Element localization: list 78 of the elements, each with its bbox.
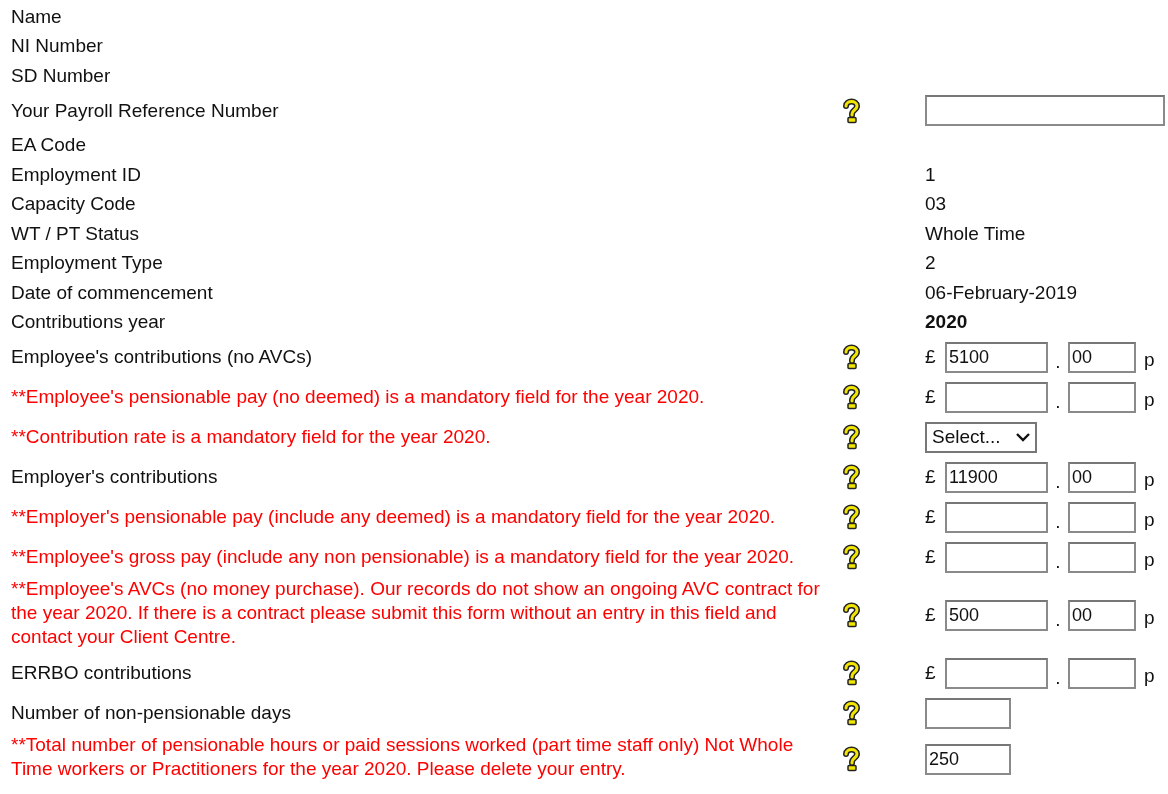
field-value: 2 [925, 252, 936, 275]
decimal-point: . [1054, 390, 1062, 413]
currency-sign: £ [925, 604, 937, 626]
pence-field[interactable]: 00 [1068, 599, 1136, 631]
error-message: **Contribution rate is a mandatory field for the year 2020. [11, 425, 491, 449]
field-label: Employee's contributions (no AVCs) [11, 345, 313, 369]
help-icon[interactable] [843, 602, 860, 628]
help-icon[interactable] [843, 544, 860, 570]
help-icon[interactable] [843, 344, 860, 370]
field-value: Whole Time [925, 222, 1026, 245]
pence-field[interactable] [1068, 657, 1136, 689]
field-label: Your Payroll Reference Number [11, 98, 279, 123]
pence-unit: p [1144, 508, 1155, 531]
pence-field[interactable] [1068, 541, 1136, 573]
currency-sign: £ [925, 466, 937, 488]
field-label: SD Number [11, 63, 111, 88]
pence-unit: p [1144, 468, 1155, 491]
field-value: 1 [925, 163, 936, 186]
field-label: WT / PT Status [11, 221, 140, 246]
help-icon[interactable] [843, 97, 860, 124]
decimal-point: . [1054, 510, 1062, 533]
pence-field[interactable]: 00 [1068, 341, 1136, 373]
decimal-point: . [1054, 608, 1062, 631]
help-icon[interactable] [843, 660, 860, 686]
pence-field[interactable]: 00 [1068, 461, 1136, 493]
field-label: Employer's contributions [11, 465, 218, 489]
pounds-field[interactable] [945, 501, 1048, 533]
help-icon[interactable] [843, 746, 860, 772]
decimal-point: . [1054, 550, 1062, 573]
currency-sign: £ [925, 546, 937, 568]
input-field[interactable]: 250 [925, 743, 1011, 775]
pounds-field[interactable] [945, 381, 1048, 413]
decimal-point: . [1054, 470, 1062, 493]
decimal-point: . [1054, 666, 1062, 689]
error-message: **Employer's pensionable pay (include any deemed) is a mandatory field for the year 2020. [11, 505, 776, 529]
input-field[interactable] [925, 95, 1165, 126]
field-value: 03 [925, 193, 947, 216]
field-label: Capacity Code [11, 192, 136, 217]
field-label: EA Code [11, 133, 86, 158]
pounds-field[interactable]: 11900 [945, 461, 1048, 493]
error-message: **Employee's pensionable pay (no deemed) is a mandatory field for the year 2020. [11, 385, 705, 409]
field-label: Contributions year [11, 310, 166, 335]
pence-unit: p [1144, 388, 1155, 411]
field-label: ERRBO contributions [11, 661, 192, 685]
help-icon[interactable] [843, 464, 860, 490]
pence-unit: p [1144, 548, 1155, 571]
field-value: 06-February-2019 [925, 281, 1078, 304]
help-icon[interactable] [843, 424, 860, 450]
error-message: **Total number of pensionable hours or paid sessions worked (part time staff only) Not Whole Time workers or Practitioners for the year 2020. Please delete your entry. [11, 733, 795, 781]
pounds-field[interactable]: 500 [945, 599, 1048, 631]
pounds-field[interactable] [945, 541, 1048, 573]
pence-field[interactable] [1068, 381, 1136, 413]
decimal-point: . [1054, 350, 1062, 373]
pence-unit: p [1144, 348, 1155, 371]
pence-unit: p [1144, 606, 1155, 629]
field-value: 2020 [925, 311, 968, 334]
field-label: NI Number [11, 34, 103, 59]
currency-sign: £ [925, 506, 937, 528]
pounds-field[interactable] [945, 657, 1048, 689]
field-label: Name [11, 4, 62, 29]
currency-sign: £ [925, 662, 937, 684]
chevron-down-icon [1015, 432, 1031, 442]
help-icon[interactable] [843, 504, 860, 530]
pence-unit: p [1144, 664, 1155, 687]
field-label: Number of non-pensionable days [11, 701, 291, 725]
input-field[interactable] [925, 697, 1011, 729]
field-label: Date of commencement [11, 280, 213, 305]
help-icon[interactable] [843, 700, 860, 726]
pence-field[interactable] [1068, 501, 1136, 533]
field-label: Employment Type [11, 251, 163, 276]
error-message: **Employee's AVCs (no money purchase). Our records do not show an ongoing AVC contract for the year 2020. If there is a contract please submit this form without an entry in this field and contact your Client Centre. [11, 577, 821, 649]
currency-sign: £ [925, 386, 937, 408]
currency-sign: £ [925, 346, 937, 368]
help-icon[interactable] [843, 384, 860, 410]
field-label: Employment ID [11, 162, 141, 187]
pounds-field[interactable]: 5100 [945, 341, 1048, 373]
error-message: **Employee's gross pay (include any non pensionable) is a mandatory field for the year 2020. [11, 545, 795, 569]
dropdown[interactable]: Select... [925, 421, 1037, 453]
